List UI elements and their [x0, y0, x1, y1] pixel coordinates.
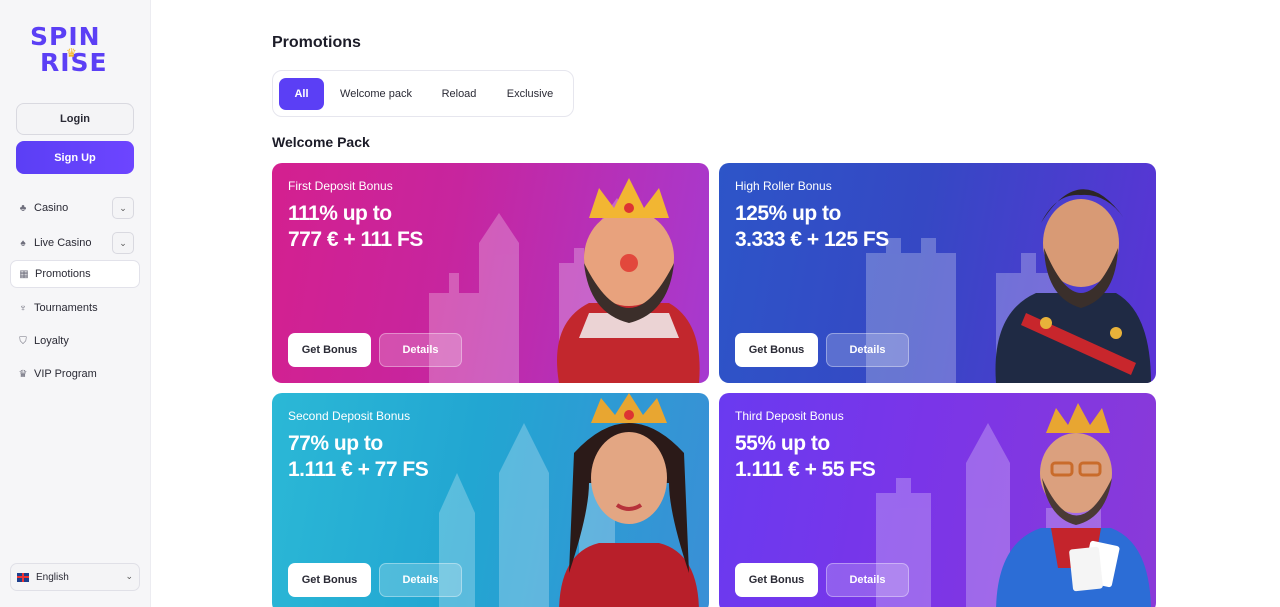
- sidebar-item-tournaments[interactable]: ♆ Tournaments: [10, 294, 140, 322]
- card-headline: 125% up to 3.333 € + 125 FS: [735, 201, 889, 253]
- section-title: Welcome Pack: [272, 134, 370, 150]
- sidebar: SPIN RISE ♛ Login Sign Up ♣ Casino ⌄ ♠ L…: [0, 0, 151, 607]
- knight-character-illustration: [995, 189, 1151, 383]
- sidebar-item-label: Promotions: [35, 268, 91, 280]
- sidebar-item-label: Tournaments: [34, 302, 98, 314]
- card-headline: 77% up to 1.111 € + 77 FS: [288, 431, 429, 483]
- language-label: English: [36, 571, 69, 583]
- queen-character-illustration: [559, 393, 699, 607]
- signup-button[interactable]: Sign Up: [16, 141, 134, 174]
- chevron-down-icon: ⌄: [125, 571, 133, 581]
- sidebar-item-vip-program[interactable]: ♛ VIP Program: [10, 360, 140, 388]
- uk-flag-icon: [17, 572, 29, 582]
- card-headline-line1: 111% up to: [288, 202, 392, 225]
- card-headline-line2: 3.333 € + 125 FS: [735, 228, 889, 251]
- sidebar-item-label: Live Casino: [34, 237, 92, 249]
- trophy-icon: ♆: [19, 302, 27, 314]
- sidebar-item-label: VIP Program: [34, 368, 97, 380]
- login-button[interactable]: Login: [16, 103, 134, 135]
- details-button[interactable]: Details: [379, 333, 462, 367]
- promo-card-high-roller: High Roller Bonus 125% up to 3.333 € + 1…: [719, 163, 1156, 383]
- card-headline-line1: 77% up to: [288, 432, 383, 455]
- crown-icon: ♛: [66, 46, 77, 60]
- sidebar-item-casino[interactable]: ♣ Casino ⌄: [10, 194, 140, 222]
- sidebar-item-loyalty[interactable]: ⛉ Loyalty: [10, 327, 140, 355]
- promo-card-first-deposit: First Deposit Bonus 111% up to 777 € + 1…: [272, 163, 709, 383]
- card-headline-line1: 125% up to: [735, 202, 841, 225]
- crown-icon: ♛: [18, 368, 28, 380]
- tab-reload[interactable]: Reload: [431, 78, 487, 110]
- details-button[interactable]: Details: [826, 333, 909, 367]
- chevron-down-icon[interactable]: ⌄: [112, 197, 134, 219]
- card-subtitle: Second Deposit Bonus: [288, 409, 411, 423]
- card-headline-line2: 1.111 € + 55 FS: [735, 458, 876, 481]
- casino-icon: ♣: [19, 202, 27, 214]
- get-bonus-button[interactable]: Get Bonus: [288, 563, 371, 597]
- card-headline-line1: 55% up to: [735, 432, 830, 455]
- king-character-illustration: [557, 178, 700, 383]
- sidebar-item-promotions[interactable]: ▦ Promotions: [10, 260, 140, 288]
- promo-tabs: All Welcome pack Reload Exclusive: [272, 70, 574, 117]
- live-casino-icon: ♠: [20, 237, 26, 249]
- tab-exclusive[interactable]: Exclusive: [497, 78, 563, 110]
- sidebar-item-live-casino[interactable]: ♠ Live Casino ⌄: [10, 229, 140, 257]
- shield-icon: ⛉: [19, 335, 27, 347]
- page-title: Promotions: [272, 34, 361, 51]
- gift-icon: ▦: [19, 268, 29, 280]
- spinrise-logo[interactable]: SPIN RISE ♛: [30, 24, 122, 80]
- language-selector[interactable]: English ⌄: [10, 563, 140, 591]
- promo-card-third-deposit: Third Deposit Bonus 55% up to 1.111 € + …: [719, 393, 1156, 607]
- card-headline: 55% up to 1.111 € + 55 FS: [735, 431, 876, 483]
- card-headline-line2: 777 € + 111 FS: [288, 228, 423, 251]
- chevron-down-icon[interactable]: ⌄: [112, 232, 134, 254]
- details-button[interactable]: Details: [379, 563, 462, 597]
- details-button[interactable]: Details: [826, 563, 909, 597]
- get-bonus-button[interactable]: Get Bonus: [735, 333, 818, 367]
- card-subtitle: First Deposit Bonus: [288, 179, 393, 193]
- card-player-character-illustration: [996, 403, 1151, 607]
- get-bonus-button[interactable]: Get Bonus: [735, 563, 818, 597]
- sidebar-item-label: Casino: [34, 202, 69, 214]
- sidebar-item-label: Loyalty: [34, 335, 69, 347]
- card-headline-line2: 1.111 € + 77 FS: [288, 458, 429, 481]
- tab-welcome-pack[interactable]: Welcome pack: [331, 78, 421, 110]
- promo-card-second-deposit: Second Deposit Bonus 77% up to 1.111 € +…: [272, 393, 709, 607]
- card-headline: 111% up to 777 € + 111 FS: [288, 201, 423, 253]
- get-bonus-button[interactable]: Get Bonus: [288, 333, 371, 367]
- tab-all[interactable]: All: [279, 78, 324, 110]
- card-subtitle: Third Deposit Bonus: [735, 409, 844, 423]
- card-subtitle: High Roller Bonus: [735, 179, 832, 193]
